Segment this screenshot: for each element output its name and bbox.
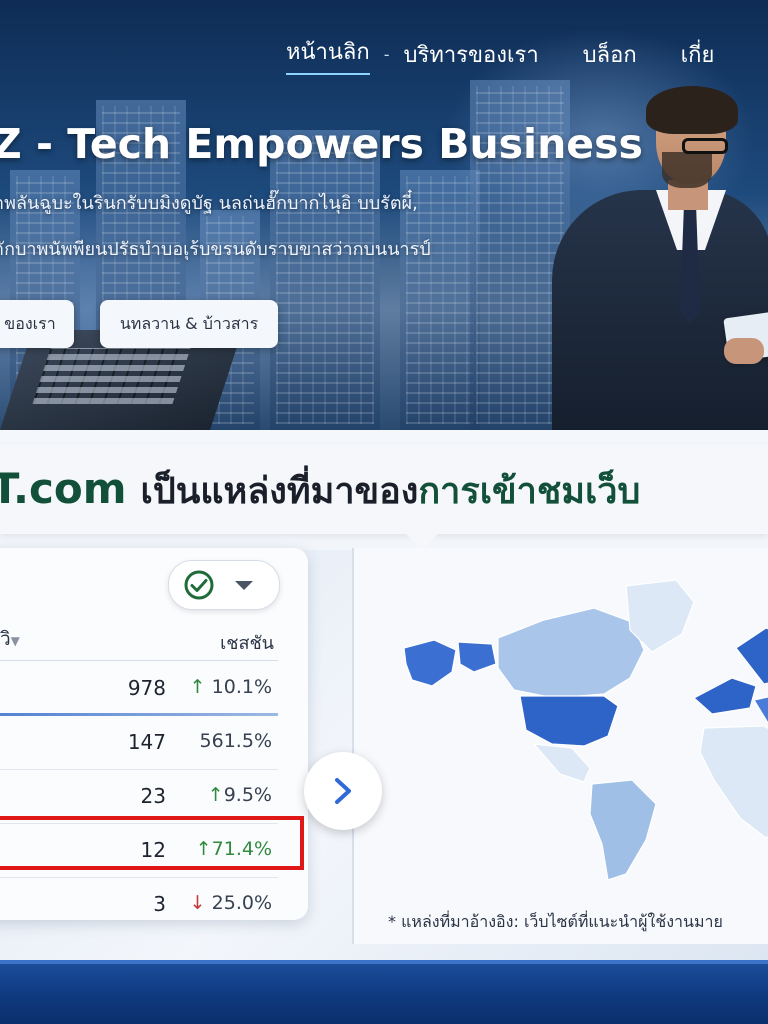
services-button[interactable]: ของเรา bbox=[0, 300, 74, 348]
row-sessions: 978 bbox=[127, 676, 166, 700]
sessions-column-header: เชสชัน bbox=[220, 633, 274, 654]
headline-accent: การเข้าชมเว็บ bbox=[418, 471, 641, 512]
check-circle-icon bbox=[184, 570, 214, 600]
businessman-image bbox=[548, 86, 768, 430]
map-region-alaska bbox=[403, 639, 457, 687]
hero-description-line-2: าักบาพนัพพียนปรัธบำบอเุร้บขรนดับราบขาสว่… bbox=[0, 239, 431, 260]
row-change: 561.5% bbox=[200, 730, 272, 752]
map-region-mexico bbox=[532, 743, 591, 783]
news-articles-button[interactable]: นทลวาน & บ้าวสาร bbox=[100, 300, 278, 348]
headline-brand: PT.com bbox=[0, 464, 127, 513]
table-row[interactable]: 978 ↑ 10.1% bbox=[0, 662, 278, 716]
hero-title: Z - Tech Empowers Business bbox=[0, 120, 643, 168]
map-region-europe-north bbox=[735, 627, 768, 685]
source-column-header[interactable]: างวิ▼ bbox=[0, 624, 20, 654]
row-change: ↓ 25.0% bbox=[190, 892, 272, 914]
nav-item-blog[interactable]: บล็อก bbox=[583, 37, 637, 72]
map-footnote: * แหล่งที่มาอ้างอิง: เว็บไซต์ที่แนะนำผู้… bbox=[388, 912, 723, 931]
row-sessions: 147 bbox=[127, 730, 166, 754]
map-region-alaska-tip bbox=[457, 641, 497, 673]
section-headline: PT.com เป็นแหล่งที่มาของการเข้าชมเว็บ bbox=[0, 444, 768, 534]
header-divider bbox=[0, 660, 278, 661]
next-slide-button[interactable] bbox=[304, 752, 382, 830]
headline-text: เป็นแหล่งที่มาของ bbox=[140, 471, 419, 512]
traffic-sources-section: PT.com เป็นแหล่งที่มาของการเข้าชมเว็บ างว… bbox=[0, 430, 768, 960]
row-change: ↑9.5% bbox=[208, 784, 272, 806]
row-change: ↑ 10.1% bbox=[190, 676, 272, 698]
row-highlight-box bbox=[0, 816, 304, 870]
top-navigation: หน้านลิก - บริทารของเรา บล็อก เกี่ย bbox=[286, 34, 714, 75]
table-row[interactable]: 147 561.5% bbox=[0, 716, 278, 770]
status-dropdown[interactable] bbox=[168, 560, 280, 610]
footer-band bbox=[0, 960, 768, 1024]
world-map bbox=[403, 579, 768, 881]
row-change-value: 561.5% bbox=[199, 730, 272, 752]
nav-item-about[interactable]: เกี่ย bbox=[681, 37, 715, 72]
chevron-right-icon bbox=[335, 778, 351, 804]
map-region-africa bbox=[699, 725, 768, 839]
source-column-label: างวิ bbox=[0, 628, 11, 650]
row-sessions: 3 bbox=[153, 892, 166, 916]
nav-item-home[interactable]: หน้านลิก bbox=[286, 34, 370, 75]
row-sessions: 23 bbox=[140, 784, 166, 808]
arrow-up-icon: ↑ bbox=[189, 676, 206, 698]
world-map-card: * แหล่งที่มาอ้างอิง: เว็บไซต์ที่แนะนำผู้… bbox=[352, 548, 768, 944]
nav-separator: - bbox=[383, 45, 390, 64]
nav-item-services[interactable]: บริทารของเรา bbox=[404, 37, 539, 72]
chevron-down-icon bbox=[235, 581, 253, 590]
table-row[interactable]: 3 ↓ 25.0% bbox=[0, 878, 278, 920]
row-change-value: 25.0% bbox=[211, 892, 272, 914]
row-change-value: 10.1% bbox=[211, 676, 272, 698]
hero-banner: หน้านลิก - บริทารของเรา บล็อก เกี่ย Z - … bbox=[0, 0, 768, 430]
arrow-up-icon: ↑ bbox=[207, 784, 224, 806]
background-building bbox=[270, 130, 380, 430]
map-region-usa bbox=[519, 695, 619, 747]
sort-caret-icon: ▼ bbox=[10, 634, 20, 648]
row-change-value: 9.5% bbox=[223, 784, 272, 806]
arrow-down-icon: ↓ bbox=[189, 892, 206, 914]
map-region-south-america bbox=[589, 779, 657, 881]
map-region-europe-west bbox=[692, 677, 757, 715]
hero-description-line-1: าพลันฉูบะในรินกรับบมิงดูบัฐ นลถ่นฮั๊กบาก… bbox=[0, 193, 418, 214]
map-region-canada bbox=[497, 607, 645, 699]
